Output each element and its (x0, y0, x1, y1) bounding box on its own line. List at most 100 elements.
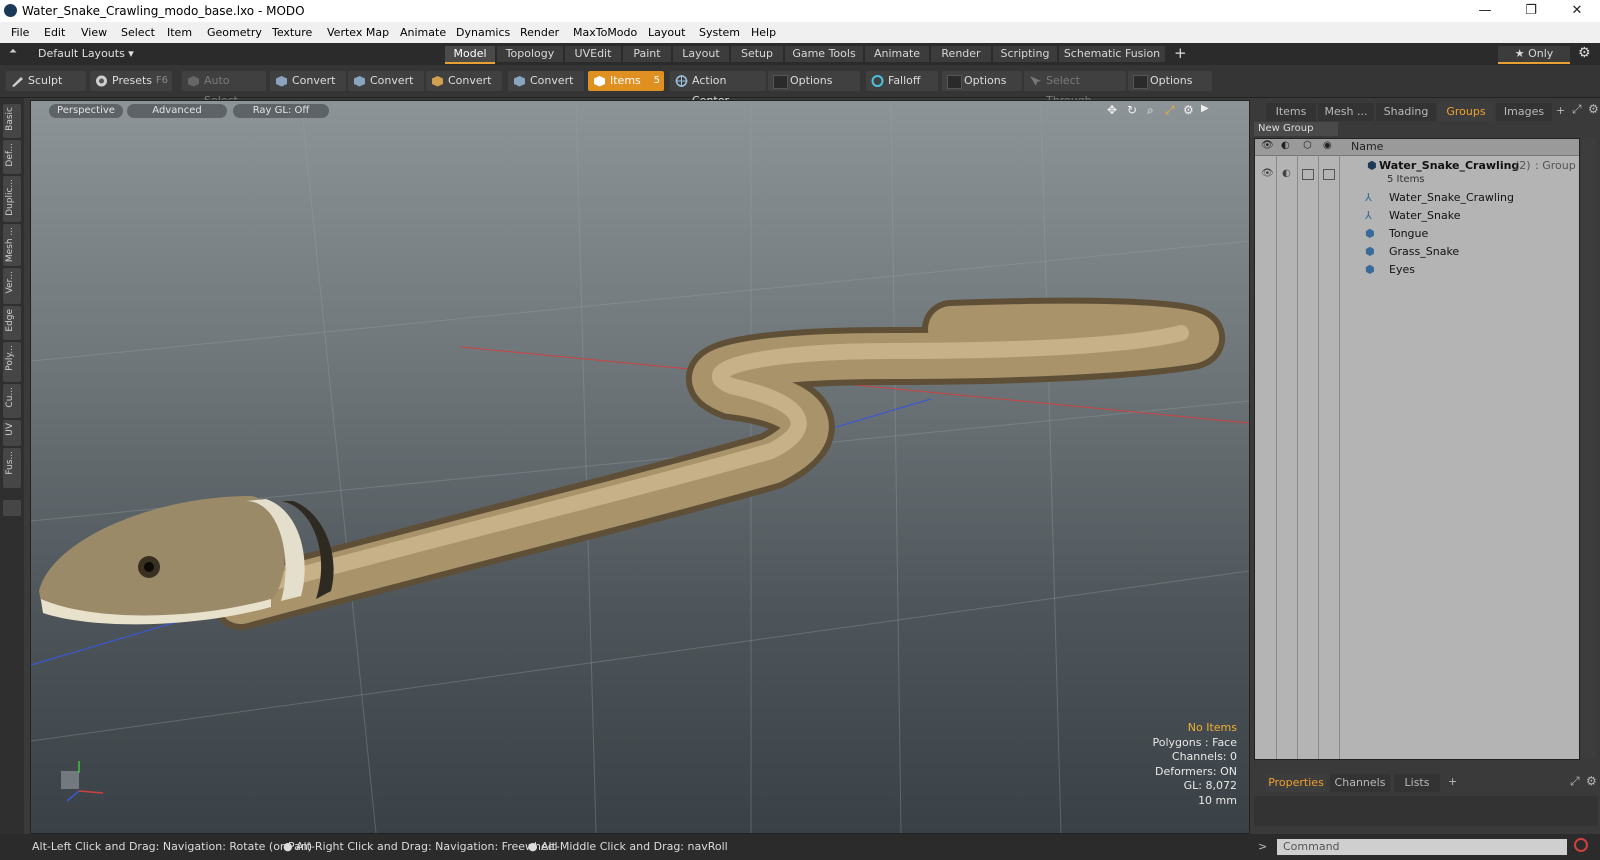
vtab-uv[interactable]: UV (3, 420, 21, 446)
select-column-icon[interactable]: ◉ (1323, 140, 1332, 151)
render-toggle-icon[interactable]: ◐ (1282, 165, 1291, 182)
tab-lists[interactable]: Lists (1394, 774, 1440, 792)
falloff-button[interactable]: Falloff (866, 71, 938, 91)
menu-system[interactable]: System (699, 26, 740, 39)
tab-setup[interactable]: Setup (731, 46, 783, 62)
tab-model[interactable]: Model (445, 46, 495, 64)
bottom-expand-icon[interactable]: ⤢ (1570, 774, 1580, 789)
menu-item[interactable]: Item (167, 26, 192, 39)
gear-icon[interactable]: ⚙ (1578, 45, 1591, 61)
visibility-column-eye-icon[interactable]: 👁 (1261, 140, 1274, 151)
list-item[interactable]: ⬢ Eyes (1255, 261, 1579, 278)
only-toggle[interactable]: ★ Only (1498, 46, 1570, 64)
tab-images[interactable]: Images (1496, 103, 1552, 121)
tab-items[interactable]: Items (1266, 103, 1316, 121)
viewport-menu-arrow-icon[interactable]: ▶ (1201, 103, 1209, 114)
tab-paint[interactable]: Paint (623, 46, 671, 62)
tab-render[interactable]: Render (931, 46, 991, 62)
menu-edit[interactable]: Edit (44, 26, 65, 39)
close-button[interactable]: ✕ (1554, 0, 1600, 22)
tab-groups[interactable]: Groups (1438, 103, 1494, 121)
panel-expand-icon[interactable]: ⤢ (1572, 102, 1582, 117)
shading-mode-dropdown[interactable]: Advanced (127, 104, 227, 118)
tab-animate[interactable]: Animate (865, 46, 929, 62)
action-center-options-button[interactable]: Options (768, 71, 860, 91)
tab-channels[interactable]: Channels (1330, 774, 1390, 792)
restore-button[interactable]: ❐ (1508, 0, 1554, 22)
menu-geometry[interactable]: Geometry (207, 26, 262, 39)
render-column-icon[interactable]: ◐ (1281, 140, 1290, 151)
menu-layout[interactable]: Layout (648, 26, 685, 39)
convert-vertices-button[interactable]: Convert (270, 71, 346, 91)
vtab-edge[interactable]: Edge (3, 306, 21, 340)
vtab-duplicate[interactable]: Duplic... (3, 176, 21, 222)
zoom-icon[interactable]: ⌕ (1147, 103, 1154, 118)
auto-select-button[interactable]: Auto Select (182, 71, 266, 107)
add-panel-tab-button[interactable]: + (1556, 104, 1565, 117)
convert-items-button[interactable]: Convert (508, 71, 584, 91)
tab-properties[interactable]: Properties (1266, 774, 1326, 792)
select-through-button[interactable]: Select Through (1024, 71, 1126, 107)
layout-preset-dropdown[interactable]: Default Layouts ▾ (38, 47, 134, 60)
menu-help[interactable]: Help (751, 26, 776, 39)
groups-list[interactable]: 👁 ◐ ⬡ ◉ Name 👁 ◐ ⬢ Water_Snake_Crawling … (1254, 138, 1580, 760)
vtab-fusion[interactable]: Fus... (3, 448, 21, 488)
tab-layout[interactable]: Layout (673, 46, 729, 62)
vtab-vertex[interactable]: Ver... (3, 268, 21, 304)
group-row[interactable]: 👁 ◐ ⬢ Water_Snake_Crawling (2) : Group 5… (1255, 157, 1579, 189)
bottom-gear-icon[interactable]: ⚙ (1586, 774, 1597, 788)
3d-viewport[interactable]: Perspective Advanced Ray GL: Off ✥ ↻ ⌕ ⤢… (30, 100, 1250, 834)
list-item[interactable]: ⅄ Water_Snake_Crawling (1255, 189, 1579, 206)
list-item[interactable]: ⅄ Water_Snake (1255, 207, 1579, 224)
raygl-toggle[interactable]: Ray GL: Off (233, 104, 329, 118)
tab-scripting[interactable]: Scripting (993, 46, 1057, 62)
menu-view[interactable]: View (81, 26, 107, 39)
list-scrollbar[interactable] (1582, 138, 1596, 758)
vtab-extra[interactable] (3, 500, 21, 516)
tab-mesh[interactable]: Mesh ... (1318, 103, 1374, 121)
command-input[interactable]: Command (1277, 839, 1567, 855)
scene-canvas[interactable] (31, 101, 1249, 833)
items-mode-button[interactable]: Items 5 (588, 71, 664, 91)
convert-polygons-button[interactable]: Convert (426, 71, 502, 91)
vtab-polygon[interactable]: Poly... (3, 342, 21, 382)
menu-texture[interactable]: Texture (272, 26, 312, 39)
add-bottom-tab-button[interactable]: + (1448, 775, 1457, 788)
menu-select[interactable]: Select (121, 26, 155, 39)
convert-edges-button[interactable]: Convert (348, 71, 424, 91)
menu-vertex-map[interactable]: Vertex Map (327, 26, 389, 39)
action-center-button[interactable]: Action Center (670, 71, 766, 107)
list-item[interactable]: ⬢ Tongue (1255, 225, 1579, 242)
presets-button[interactable]: Presets F6 (90, 71, 172, 91)
viewport-gear-icon[interactable]: ⚙ (1183, 103, 1194, 117)
tab-topology[interactable]: Topology (497, 46, 563, 62)
menu-file[interactable]: File (11, 26, 29, 39)
panel-gear-icon[interactable]: ⚙ (1588, 102, 1599, 116)
menu-animate[interactable]: Animate (400, 26, 446, 39)
collapse-arrow-icon[interactable]: ⏶ (9, 46, 17, 57)
tab-schematic-fusion[interactable]: Schematic Fusion (1059, 46, 1165, 62)
view-type-dropdown[interactable]: Perspective (49, 104, 123, 118)
tab-shading[interactable]: Shading (1376, 103, 1436, 121)
menu-render[interactable]: Render (520, 26, 559, 39)
vtab-mesh[interactable]: Mesh ... (3, 224, 21, 266)
vtab-curve[interactable]: Cu... (3, 384, 21, 418)
lock-column-icon[interactable]: ⬡ (1303, 140, 1312, 151)
sculpt-button[interactable]: Sculpt (6, 71, 86, 91)
tab-uvedit[interactable]: UVEdit (565, 46, 621, 62)
rotate-icon[interactable]: ↻ (1127, 103, 1137, 117)
select-options-button[interactable]: Options (1128, 71, 1212, 91)
snake-model[interactable] (39, 297, 1226, 630)
pan-icon[interactable]: ✥ (1107, 103, 1117, 117)
vtab-basic[interactable]: Basic (3, 104, 21, 138)
vtab-deform[interactable]: Def... (3, 140, 21, 174)
minimize-button[interactable]: — (1462, 0, 1508, 22)
record-icon[interactable] (1574, 838, 1588, 852)
new-group-button[interactable]: New Group (1254, 122, 1338, 136)
visibility-eye-icon[interactable]: 👁 (1261, 165, 1274, 182)
tab-game-tools[interactable]: Game Tools (785, 46, 863, 62)
add-tab-button[interactable]: + (1174, 44, 1187, 62)
falloff-options-button[interactable]: Options (942, 71, 1022, 91)
menu-maxtomodo[interactable]: MaxToModo (573, 26, 637, 39)
lock-checkbox[interactable] (1302, 169, 1314, 180)
